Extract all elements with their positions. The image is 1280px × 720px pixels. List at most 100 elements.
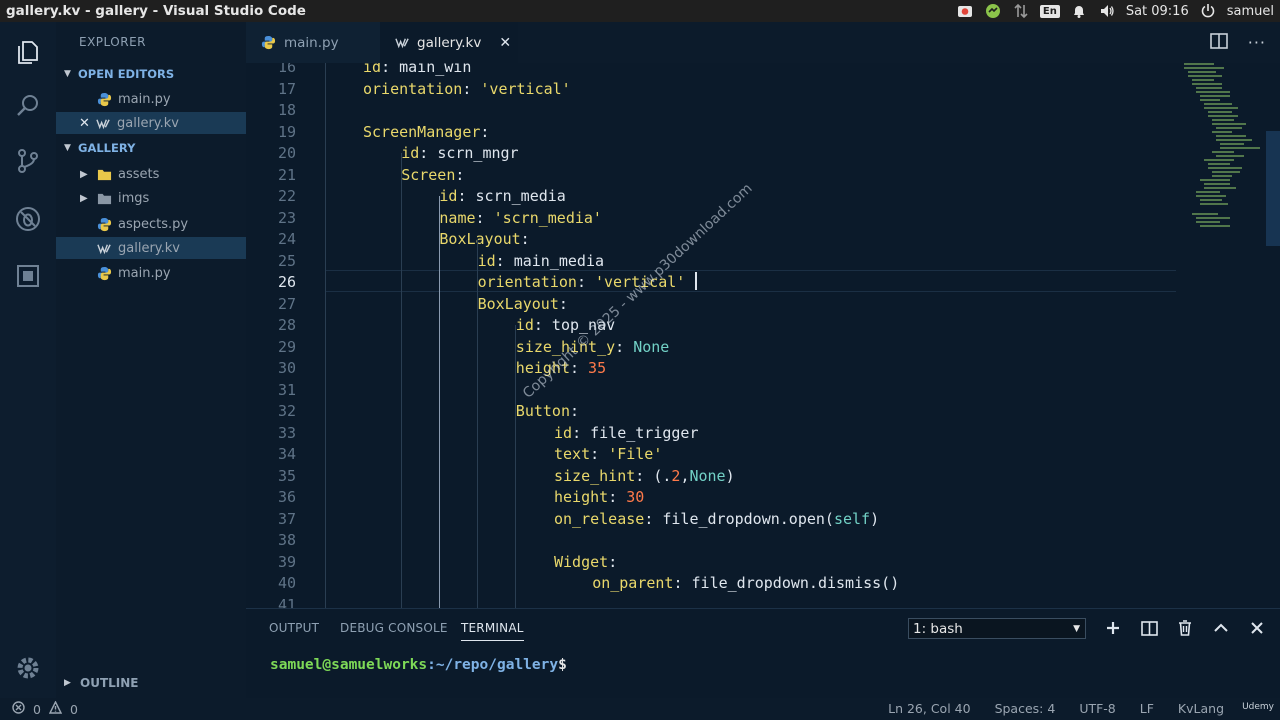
clock[interactable]: Sat 09:16 [1126, 4, 1189, 19]
manage-gear-icon[interactable] [12, 652, 44, 684]
split-terminal-icon[interactable] [1140, 618, 1158, 638]
bottom-panel: OUTPUT DEBUG CONSOLE TERMINAL 1: bash ▼ … [246, 608, 1280, 698]
open-editor-gallery-kv[interactable]: ✕ gallery.kv [56, 112, 246, 134]
line-number: 30 [277, 359, 296, 377]
code-line[interactable]: 17 orientation: 'vertical' [246, 79, 1280, 101]
code-editor[interactable]: 16 id: main_win 17 orientation: 'vertical' 1… [246, 63, 1280, 608]
code-token: main_win [399, 63, 472, 76]
code-token: : [644, 509, 663, 528]
code-token: file_trigger [590, 423, 699, 442]
network-icon[interactable] [1012, 3, 1030, 19]
chevron-down-icon: ▼ [64, 69, 71, 79]
minimap[interactable] [1176, 63, 1280, 608]
close-icon[interactable]: ✕ [79, 116, 95, 131]
line-number: 41 [277, 595, 296, 609]
editor-scrollbar[interactable] [1266, 131, 1280, 246]
line-number: 25 [277, 251, 296, 270]
volume-icon[interactable] [1098, 3, 1116, 19]
tree-item-imgs[interactable]: ▶ imgs [56, 187, 246, 209]
tab-gallery-kv[interactable]: gallery.kv ✕ [380, 22, 518, 63]
new-terminal-icon[interactable] [1104, 618, 1122, 638]
chevron-up-icon[interactable] [1212, 618, 1230, 638]
updates-icon[interactable] [984, 3, 1002, 19]
code-text: orientation: 'vertical' [363, 79, 571, 101]
line-number: 27 [277, 294, 296, 313]
trash-icon[interactable] [1176, 618, 1194, 638]
indentation-setting[interactable]: Spaces: 4 [995, 701, 1056, 716]
explorer-icon[interactable] [0, 28, 56, 76]
keyboard-language-indicator[interactable]: En [1039, 4, 1060, 18]
open-editor-label: gallery.kv [117, 115, 179, 131]
gallery-folder-section[interactable]: ▼ GALLERY [64, 137, 135, 159]
record-icon[interactable] [956, 3, 974, 19]
more-actions-icon[interactable]: ··· [1248, 33, 1266, 52]
chevron-right-icon: ▶ [80, 168, 88, 180]
chevron-down-icon: ▼ [1073, 623, 1080, 634]
open-editors-section[interactable]: ▼ OPEN EDITORS [64, 63, 174, 85]
explorer-title: EXPLORER [79, 35, 146, 49]
code-token: : [381, 63, 400, 76]
terminal-prompt[interactable]: samuel@samuelworks:~/repo/gallery$ [270, 657, 567, 673]
code-token: id [401, 144, 420, 162]
code-text: Screen: [401, 165, 464, 187]
indent-guide [325, 63, 326, 608]
file-encoding[interactable]: UTF-8 [1079, 701, 1115, 716]
error-icon [12, 701, 25, 717]
language-mode[interactable]: KvLang [1178, 701, 1224, 716]
debug-icon[interactable] [0, 195, 56, 243]
code-token: 'vertical' [480, 79, 571, 98]
code-token: 35 [588, 359, 607, 377]
code-token: orientation [363, 79, 463, 98]
source-control-icon[interactable] [0, 137, 56, 185]
system-tray: En Sat 09:16 samuel [956, 0, 1274, 22]
status-right-items: Ln 26, Col 40 Spaces: 4 UTF-8 LF KvLang [888, 701, 1224, 716]
prompt-user: samuel@samuelworks [270, 657, 428, 673]
power-icon[interactable] [1199, 3, 1217, 19]
code-token: : [520, 230, 530, 248]
code-token: : [419, 144, 438, 162]
tab-output[interactable]: OUTPUT [269, 621, 319, 635]
code-token: BoxLayout [439, 230, 521, 248]
code-token: scrn_mngr [437, 144, 519, 162]
code-token: : (. [635, 466, 672, 485]
warning-count: 0 [69, 701, 78, 717]
line-number: 31 [277, 380, 296, 399]
cursor-position[interactable]: Ln 26, Col 40 [888, 701, 970, 716]
extensions-icon[interactable] [0, 252, 56, 300]
code-token: id [363, 63, 382, 76]
line-number: 36 [277, 488, 296, 506]
code-token: name [439, 208, 476, 227]
end-of-line[interactable]: LF [1140, 701, 1154, 716]
code-line[interactable]: 16 id: main_win [246, 63, 1280, 79]
code-token: Screen [401, 165, 456, 184]
split-editor-icon[interactable] [1209, 32, 1228, 53]
open-editor-main-py[interactable]: main.py [56, 88, 246, 110]
tree-item-main-py[interactable]: main.py [56, 262, 246, 284]
code-token: scrn_media [475, 187, 566, 205]
tab-terminal[interactable]: TERMINAL [461, 621, 524, 641]
tree-item-gallery-kv[interactable]: gallery.kv [56, 237, 246, 259]
tab-main-py[interactable]: main.py [246, 22, 380, 63]
tab-debug-console[interactable]: DEBUG CONSOLE [340, 621, 448, 635]
activity-bar [0, 22, 56, 698]
code-line[interactable]: 19 ScreenManager: [246, 122, 1280, 144]
problems-indicator[interactable]: 0 0 [12, 700, 78, 717]
notification-bell-icon[interactable] [1070, 3, 1088, 19]
close-panel-icon[interactable] [1248, 618, 1266, 638]
code-line[interactable]: 18 [246, 100, 1280, 122]
terminal-select[interactable]: 1: bash ▼ [908, 618, 1086, 639]
user-name[interactable]: samuel [1227, 4, 1274, 19]
code-token: Button [515, 402, 570, 420]
close-tab-icon[interactable]: ✕ [499, 35, 511, 51]
code-text: height: 30 [554, 487, 644, 509]
search-icon[interactable] [0, 82, 56, 130]
tree-item-aspects-py[interactable]: aspects.py [56, 213, 246, 235]
code-token: text [554, 445, 591, 463]
line-number: 40 [277, 574, 296, 592]
tree-item-assets[interactable]: ▶ assets [56, 163, 246, 185]
kv-file-icon [394, 35, 410, 51]
indent-guide [477, 239, 478, 608]
line-number: 21 [277, 165, 296, 184]
outline-section[interactable]: ▶ OUTLINE [64, 676, 138, 690]
line-number: 38 [277, 531, 296, 549]
